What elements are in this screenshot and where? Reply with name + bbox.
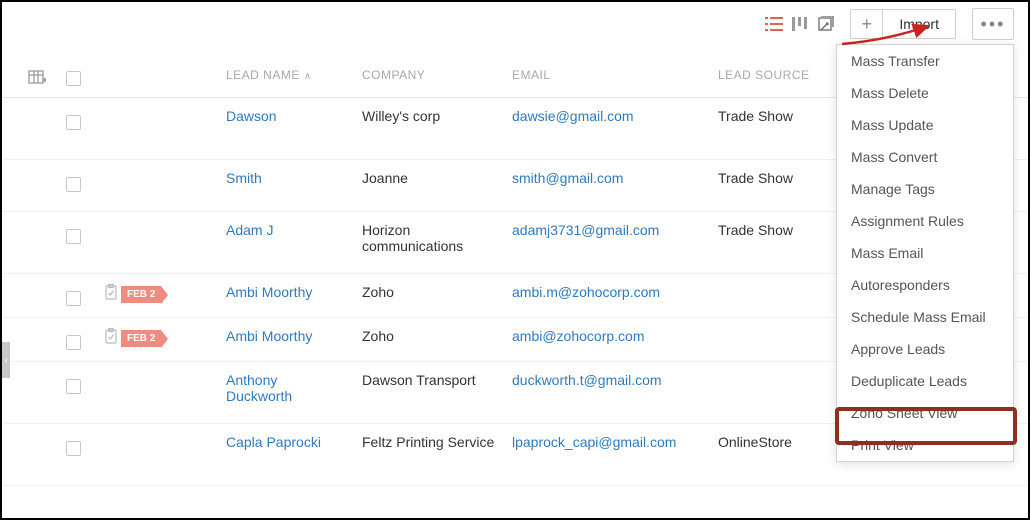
menu-item[interactable]: Mass Delete bbox=[837, 77, 1013, 109]
row-checkbox[interactable] bbox=[62, 174, 84, 198]
menu-item[interactable]: Zoho Sheet View bbox=[837, 397, 1013, 429]
more-actions-menu: Mass TransferMass DeleteMass UpdateMass … bbox=[836, 44, 1014, 462]
email-link[interactable]: smith@gmail.com bbox=[512, 170, 623, 186]
company-value: Willey's corp bbox=[362, 108, 440, 124]
menu-item[interactable]: Deduplicate Leads bbox=[837, 365, 1013, 397]
email-link[interactable]: adamj3731@gmail.com bbox=[512, 222, 659, 238]
column-header-lead-source[interactable]: LEAD SOURCE bbox=[718, 68, 810, 82]
menu-item[interactable]: Mass Email bbox=[837, 237, 1013, 269]
row-tag: FEB 2 bbox=[104, 328, 161, 348]
company-value: Feltz Printing Service bbox=[362, 434, 494, 450]
lead-source-value: Trade Show bbox=[718, 170, 793, 186]
menu-item[interactable]: Mass Convert bbox=[837, 141, 1013, 173]
date-tag: FEB 2 bbox=[121, 286, 161, 303]
menu-item[interactable]: Schedule Mass Email bbox=[837, 301, 1013, 333]
lead-name-link[interactable]: Adam J bbox=[226, 222, 273, 238]
column-header-lead-name[interactable]: LEAD NAME∧ bbox=[226, 68, 312, 82]
row-checkbox[interactable] bbox=[62, 332, 84, 356]
more-actions-button[interactable]: ••• bbox=[972, 8, 1014, 40]
row-checkbox[interactable] bbox=[62, 288, 84, 312]
email-link[interactable]: ambi@zohocorp.com bbox=[512, 328, 645, 344]
lead-source-value: Trade Show bbox=[718, 222, 793, 238]
row-checkbox[interactable] bbox=[62, 376, 84, 400]
row-checkbox[interactable] bbox=[62, 112, 84, 136]
lead-name-link[interactable]: Ambi Moorthy bbox=[226, 284, 312, 300]
side-expand-handle[interactable]: ‹ bbox=[2, 342, 10, 378]
column-header-company[interactable]: COMPANY bbox=[362, 68, 425, 82]
list-view-icon[interactable] bbox=[764, 14, 784, 34]
menu-item[interactable]: Approve Leads bbox=[837, 333, 1013, 365]
company-value: Joanne bbox=[362, 170, 408, 186]
lead-name-link[interactable]: Ambi Moorthy bbox=[226, 328, 312, 344]
menu-item[interactable]: Mass Transfer bbox=[837, 45, 1013, 77]
row-tag: FEB 2 bbox=[104, 284, 161, 304]
email-link[interactable]: lpaprock_capi@gmail.com bbox=[512, 434, 676, 450]
clipboard-icon bbox=[104, 284, 118, 304]
create-import-group: + Import bbox=[850, 9, 956, 39]
kanban-view-icon[interactable] bbox=[790, 14, 810, 34]
company-value: Dawson Transport bbox=[362, 372, 476, 388]
company-value: Horizon communications bbox=[362, 222, 497, 254]
email-link[interactable]: duckworth.t@gmail.com bbox=[512, 372, 662, 388]
lead-source-value: Trade Show bbox=[718, 108, 793, 124]
canvas-view-icon[interactable] bbox=[816, 14, 836, 34]
lead-source-value: OnlineStore bbox=[718, 434, 792, 450]
row-checkbox[interactable] bbox=[62, 438, 84, 462]
import-button[interactable]: Import bbox=[883, 10, 955, 38]
email-link[interactable]: dawsie@gmail.com bbox=[512, 108, 634, 124]
clipboard-icon bbox=[104, 328, 118, 348]
add-lead-button[interactable]: + bbox=[851, 10, 883, 38]
top-toolbar: + Import ••• bbox=[764, 8, 1014, 40]
sort-asc-icon: ∧ bbox=[304, 71, 312, 82]
row-checkbox[interactable] bbox=[62, 226, 84, 250]
lead-name-link[interactable]: Smith bbox=[226, 170, 262, 186]
company-value: Zoho bbox=[362, 328, 394, 344]
lead-name-link[interactable]: Dawson bbox=[226, 108, 277, 124]
date-tag: FEB 2 bbox=[121, 330, 161, 347]
menu-item[interactable]: Print View bbox=[837, 429, 1013, 461]
lead-name-link[interactable]: Anthony Duckworth bbox=[226, 372, 346, 404]
company-value: Zoho bbox=[362, 284, 394, 300]
lead-name-link[interactable]: Capla Paprocki bbox=[226, 434, 321, 450]
menu-item[interactable]: Manage Tags bbox=[837, 173, 1013, 205]
menu-item[interactable]: Assignment Rules bbox=[837, 205, 1013, 237]
email-link[interactable]: ambi.m@zohocorp.com bbox=[512, 284, 660, 300]
column-header-email[interactable]: EMAIL bbox=[512, 68, 551, 82]
menu-item[interactable]: Mass Update bbox=[837, 109, 1013, 141]
menu-item[interactable]: Autoresponders bbox=[837, 269, 1013, 301]
